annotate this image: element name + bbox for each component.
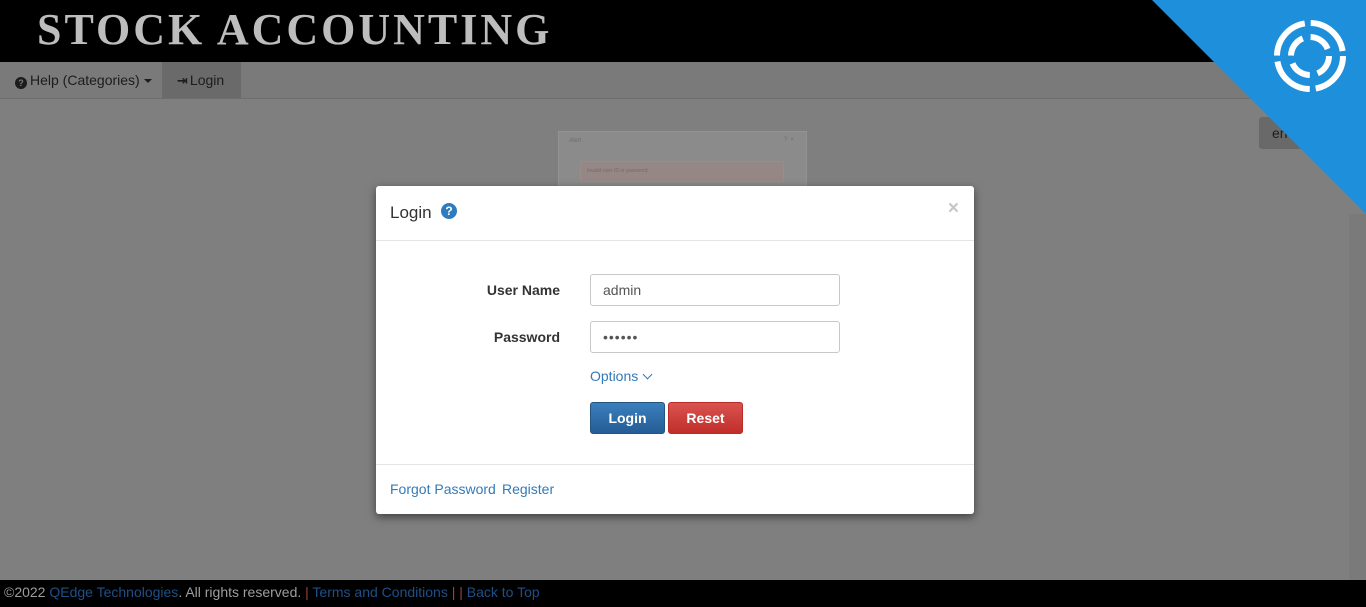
company-link[interactable]: QEdge Technologies bbox=[49, 584, 178, 600]
alert-controls: ? × bbox=[783, 137, 794, 143]
alert-title: Alert bbox=[569, 138, 582, 144]
register-link[interactable]: Register bbox=[502, 481, 554, 497]
nav-help-label: Help (Categories) bbox=[30, 72, 140, 88]
password-label: Password bbox=[493, 329, 560, 345]
close-icon[interactable]: × bbox=[948, 198, 959, 220]
back-to-top-link[interactable]: Back to Top bbox=[467, 584, 540, 600]
footer-separator-double: | | bbox=[451, 584, 463, 600]
terms-link[interactable]: Terms and Conditions bbox=[312, 584, 447, 600]
modal-footer: Forgot Password Register bbox=[376, 464, 974, 514]
modal-header: Login ? × bbox=[376, 186, 974, 241]
login-modal: Login ? × User Name Password Options Log… bbox=[376, 186, 974, 514]
options-toggle[interactable]: Options bbox=[590, 368, 653, 384]
page-footer: ©2022 QEdge Technologies. All rights res… bbox=[0, 580, 1366, 607]
username-label: User Name bbox=[486, 282, 560, 298]
reset-button[interactable]: Reset bbox=[668, 402, 743, 434]
nav-login[interactable]: ⇥ Login bbox=[162, 62, 241, 98]
question-circle-icon: ? bbox=[15, 77, 27, 89]
app-header: STOCK ACCOUNTING bbox=[0, 0, 1366, 62]
nav-login-label: Login bbox=[189, 72, 225, 88]
navbar: ? Help (Categories) ⇥ Login bbox=[0, 62, 1366, 99]
rights-text: . All rights reserved. bbox=[178, 584, 302, 600]
page-scrollbar[interactable] bbox=[1349, 214, 1366, 580]
forgot-password-link[interactable]: Forgot Password bbox=[390, 481, 496, 497]
chevron-down-icon bbox=[642, 369, 653, 380]
ring-logo-icon bbox=[1274, 20, 1346, 92]
caret-down-icon bbox=[143, 79, 152, 83]
nav-help-categories[interactable]: ? Help (Categories) bbox=[0, 62, 167, 98]
alert-message: Invalid user ID or password bbox=[580, 161, 784, 182]
options-label: Options bbox=[590, 368, 639, 384]
modal-title: Login bbox=[390, 203, 432, 222]
app-title: STOCK ACCOUNTING bbox=[37, 5, 553, 54]
copyright-text: ©2022 bbox=[4, 584, 46, 600]
login-button[interactable]: Login bbox=[590, 402, 665, 434]
password-input[interactable] bbox=[590, 321, 840, 353]
footer-separator: | bbox=[305, 584, 309, 600]
sign-in-icon: ⇥ bbox=[177, 73, 188, 88]
help-question-icon[interactable]: ? bbox=[441, 203, 457, 219]
username-input[interactable] bbox=[590, 274, 840, 306]
